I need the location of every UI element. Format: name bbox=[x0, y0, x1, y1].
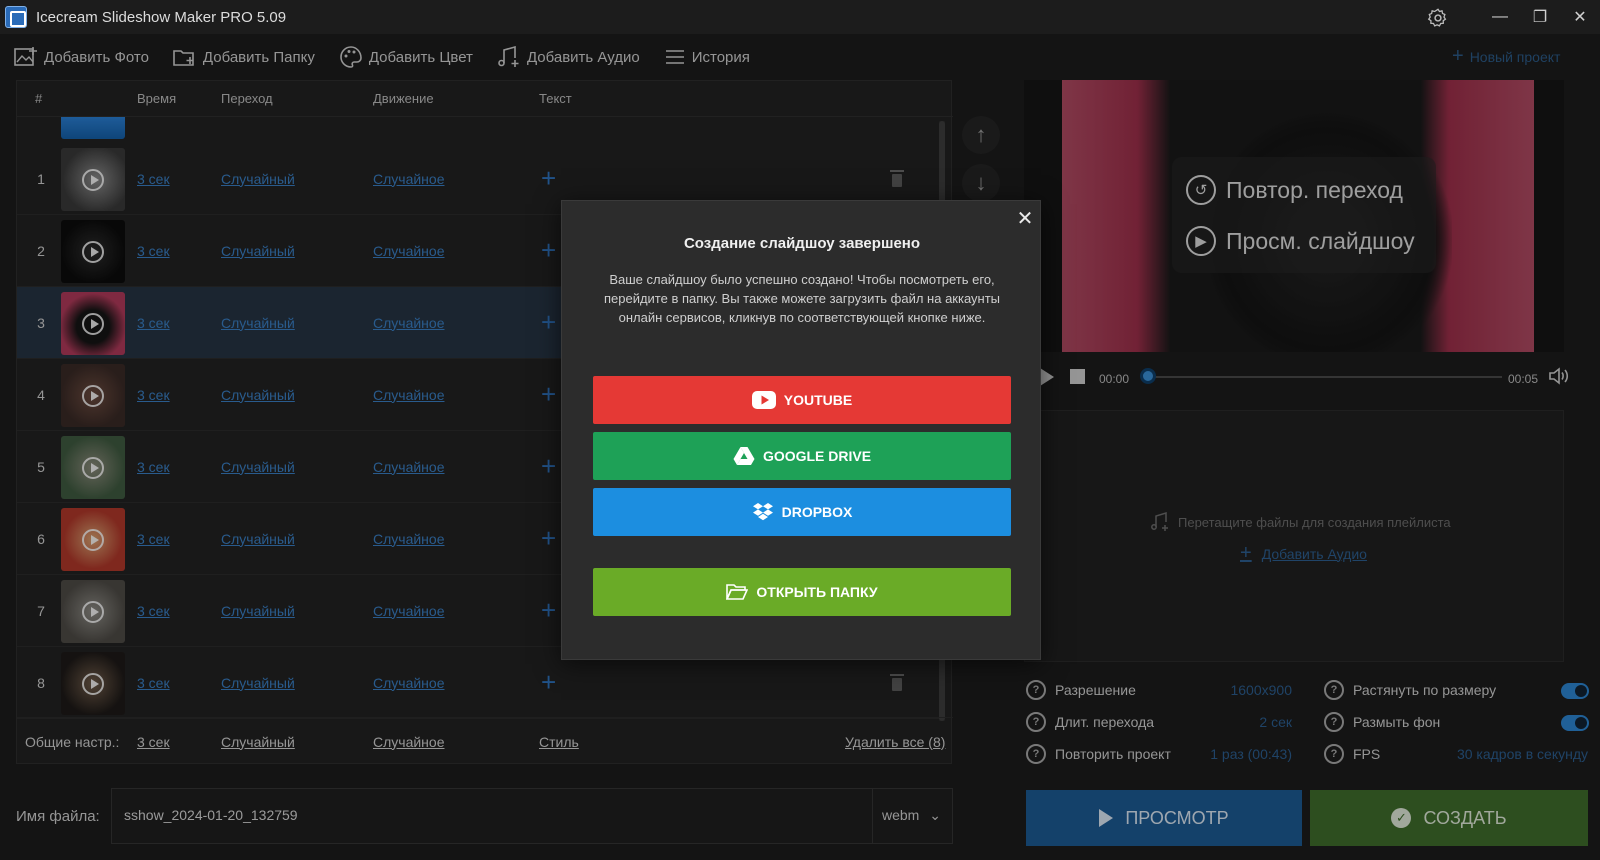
close-window-button[interactable]: ✕ bbox=[1560, 0, 1600, 34]
google-drive-icon bbox=[733, 447, 755, 465]
minimize-button[interactable]: — bbox=[1480, 0, 1520, 34]
maximize-button[interactable]: ❐ bbox=[1520, 0, 1560, 34]
dropbox-label: DROPBOX bbox=[781, 504, 853, 520]
youtube-label: YOUTUBE bbox=[783, 392, 853, 408]
settings-gear-icon[interactable] bbox=[1424, 4, 1452, 32]
google-drive-label: GOOGLE DRIVE bbox=[762, 448, 872, 464]
app-logo-icon bbox=[5, 6, 27, 28]
open-folder-button[interactable]: ОТКРЫТЬ ПАПКУ bbox=[593, 568, 1011, 616]
dialog-title: Создание слайдшоу завершено bbox=[683, 235, 921, 252]
dropbox-icon bbox=[752, 503, 773, 521]
close-icon[interactable]: ✕ bbox=[1014, 207, 1036, 230]
window-title: Icecream Slideshow Maker PRO 5.09 bbox=[36, 8, 287, 26]
open-folder-label: ОТКРЫТЬ ПАПКУ bbox=[756, 584, 878, 600]
folder-icon bbox=[726, 584, 749, 600]
dropbox-button[interactable]: DROPBOX bbox=[593, 488, 1011, 536]
dialog-message: Ваше слайдшоу было успешно создано! Чтоб… bbox=[603, 272, 1001, 325]
google-drive-button[interactable]: GOOGLE DRIVE bbox=[593, 432, 1011, 480]
youtube-icon bbox=[751, 391, 776, 409]
title-bar: Icecream Slideshow Maker PRO 5.09 — ❐ ✕ bbox=[0, 0, 1600, 34]
slideshow-complete-dialog: ✕ Создание слайдшоу завершено Ваше слайд… bbox=[561, 200, 1041, 660]
youtube-button[interactable]: YOUTUBE bbox=[593, 376, 1011, 424]
